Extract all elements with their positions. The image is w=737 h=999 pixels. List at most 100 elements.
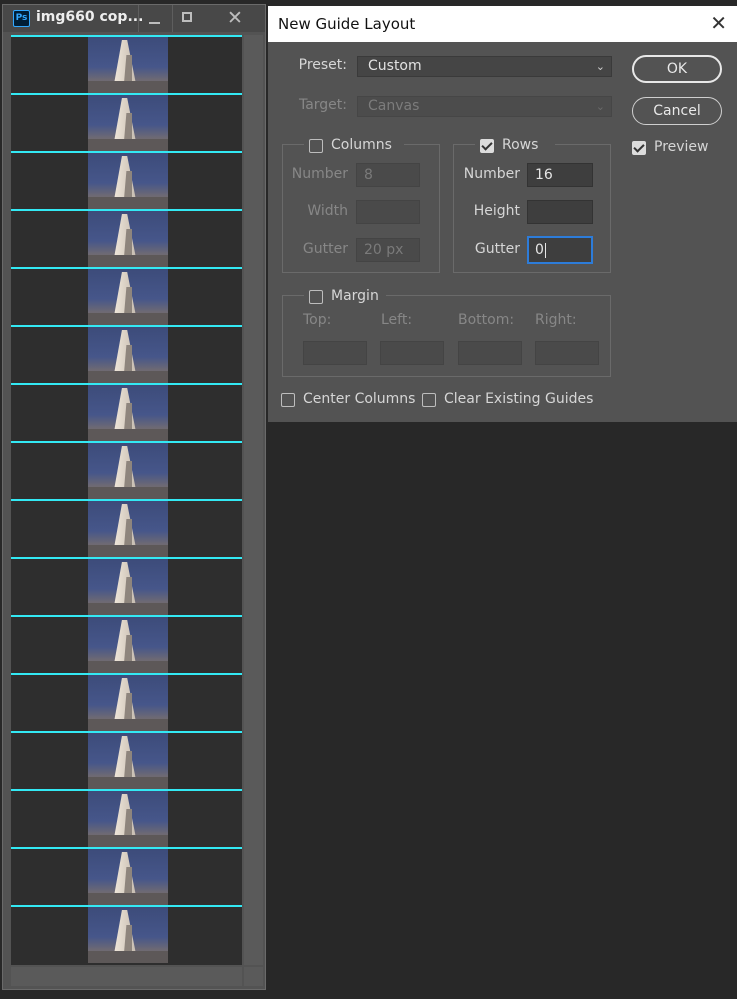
image-tile [88, 325, 168, 383]
columns-checkbox[interactable] [309, 139, 323, 153]
ground-shape [88, 255, 168, 267]
image-tile [88, 209, 168, 267]
image-tile [88, 673, 168, 731]
ground-shape [88, 777, 168, 789]
dialog-titlebar[interactable]: New Guide Layout ✕ [268, 6, 737, 42]
image-tile [88, 151, 168, 209]
columns-gutter-field[interactable]: 20 px [356, 238, 420, 262]
guide-line[interactable] [11, 557, 242, 559]
vertical-scrollbar[interactable] [244, 35, 263, 965]
margin-left-label: Left: [381, 312, 413, 328]
columns-gutter-label: Gutter [302, 241, 348, 257]
guide-line[interactable] [11, 847, 242, 849]
ground-shape [88, 719, 168, 731]
image-tile [88, 905, 168, 963]
target-value: Canvas [368, 98, 420, 114]
columns-number-label: Number [291, 166, 348, 182]
columns-width-field[interactable] [356, 200, 420, 224]
image-tile [88, 499, 168, 557]
guide-line[interactable] [11, 731, 242, 733]
guide-line[interactable] [11, 209, 242, 211]
margin-right-field[interactable] [535, 341, 599, 365]
image-tile [88, 383, 168, 441]
columns-label: Columns [331, 137, 392, 153]
document-window: Ps img660 cop... ✕ [2, 4, 266, 990]
close-dialog-button[interactable]: ✕ [710, 11, 727, 35]
ground-shape [88, 835, 168, 847]
margin-top-field[interactable] [303, 341, 367, 365]
scrollbar-corner [244, 967, 263, 986]
guide-line[interactable] [11, 383, 242, 385]
margin-bottom-field[interactable] [458, 341, 522, 365]
ground-shape [88, 545, 168, 557]
guide-line[interactable] [11, 905, 242, 907]
guide-line[interactable] [11, 615, 242, 617]
rows-checkbox[interactable] [480, 139, 494, 153]
ground-shape [88, 139, 168, 151]
document-title: img660 cop... [36, 9, 144, 25]
image-tile [88, 93, 168, 151]
clear-existing-guides-checkbox[interactable] [422, 393, 436, 407]
image-tile [88, 267, 168, 325]
margin-checkbox[interactable] [309, 290, 323, 304]
guide-line[interactable] [11, 267, 242, 269]
guide-line[interactable] [11, 441, 242, 443]
image-tile [88, 441, 168, 499]
rows-number-field[interactable]: 16 [527, 163, 593, 187]
clear-existing-guides-label: Clear Existing Guides [444, 391, 594, 407]
document-titlebar[interactable]: Ps img660 cop... ✕ [3, 5, 265, 32]
preset-value: Custom [368, 58, 422, 74]
ground-shape [88, 951, 168, 963]
chevron-down-icon: ⌄ [595, 60, 605, 73]
margin-header: Margin [304, 286, 386, 308]
preset-select[interactable]: Custom ⌄ [357, 56, 612, 77]
guide-line[interactable] [11, 789, 242, 791]
photoshop-icon: Ps [13, 10, 30, 27]
preview-checkbox[interactable] [632, 141, 646, 155]
guide-line[interactable] [11, 673, 242, 675]
ground-shape [88, 313, 168, 325]
ground-shape [88, 603, 168, 615]
image-tile [88, 615, 168, 673]
ground-shape [88, 893, 168, 905]
ground-shape [88, 429, 168, 441]
rows-gutter-value: 0 [535, 242, 544, 258]
guide-line[interactable] [11, 325, 242, 327]
guide-line[interactable] [11, 35, 242, 37]
document-canvas[interactable] [11, 35, 242, 965]
guide-line[interactable] [11, 93, 242, 95]
image-tile [88, 789, 168, 847]
minimize-button[interactable] [138, 5, 168, 32]
horizontal-scrollbar[interactable] [11, 967, 242, 986]
minimize-icon [149, 22, 160, 24]
rows-label: Rows [502, 137, 539, 153]
rows-height-label: Height [473, 203, 520, 219]
image-tile [88, 847, 168, 905]
image-tile [88, 35, 168, 93]
ground-shape [88, 81, 168, 93]
rows-gutter-field[interactable]: 0 [527, 236, 593, 264]
ground-shape [88, 661, 168, 673]
target-select[interactable]: Canvas ⌄ [357, 96, 612, 117]
margin-left-field[interactable] [380, 341, 444, 365]
maximize-button[interactable] [172, 5, 202, 32]
margin-right-label: Right: [535, 312, 577, 328]
preset-label: Preset: [298, 57, 347, 73]
cancel-button[interactable]: Cancel [632, 97, 722, 125]
preview-label: Preview [654, 139, 709, 155]
image-tile [88, 731, 168, 789]
columns-number-field[interactable]: 8 [356, 163, 420, 187]
chevron-down-icon: ⌄ [595, 100, 605, 113]
center-columns-checkbox[interactable] [281, 393, 295, 407]
rows-height-field[interactable] [527, 200, 593, 224]
center-columns-label: Center Columns [303, 391, 416, 407]
rows-header: Rows [475, 135, 555, 157]
columns-width-label: Width [307, 203, 348, 219]
guide-line[interactable] [11, 499, 242, 501]
dialog-title: New Guide Layout [278, 15, 416, 33]
columns-header: Columns [304, 135, 404, 157]
guide-line[interactable] [11, 151, 242, 153]
close-window-button[interactable]: ✕ [215, 5, 255, 32]
new-guide-layout-dialog: New Guide Layout ✕ Preset: Custom ⌄ Targ… [268, 6, 737, 422]
ok-button[interactable]: OK [632, 55, 722, 83]
